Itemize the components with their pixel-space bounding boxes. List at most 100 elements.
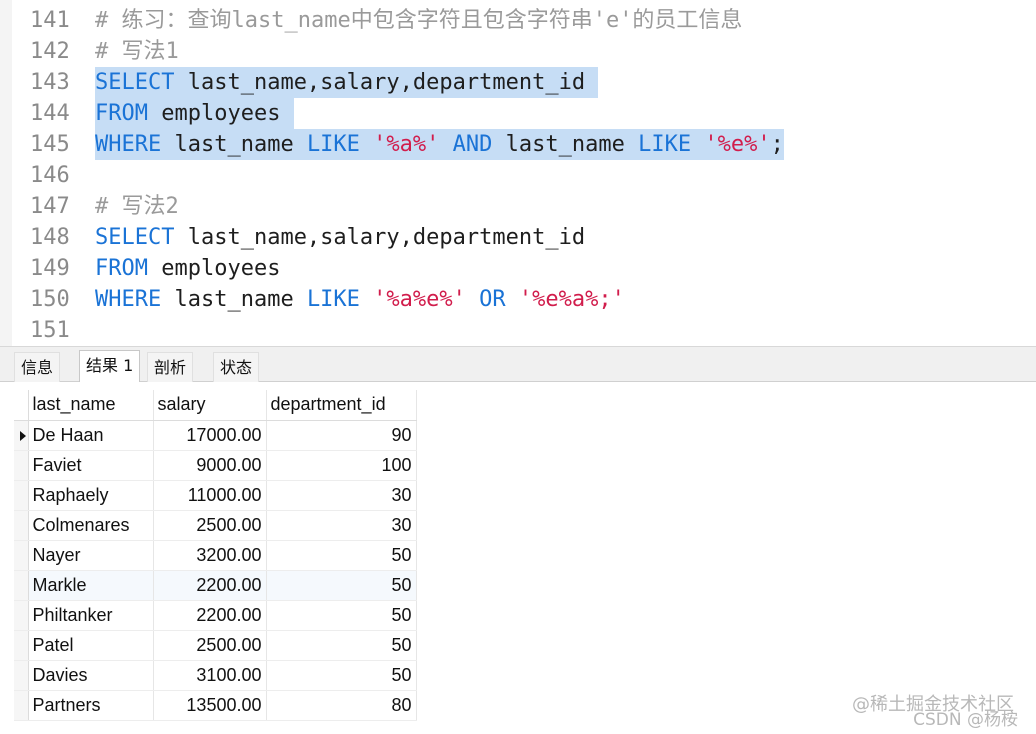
- cell-salary[interactable]: 13500.00: [153, 690, 267, 721]
- row-indicator[interactable]: [14, 480, 29, 511]
- sql-keyword: LIKE: [306, 287, 360, 312]
- cell-salary[interactable]: 11000.00: [153, 480, 267, 511]
- sql-comment: # 写法2: [95, 194, 179, 219]
- table-row[interactable]: Markle 2200.00 50: [14, 570, 417, 601]
- row-indicator[interactable]: [14, 600, 29, 631]
- table-row[interactable]: Nayer 3200.00 50: [14, 540, 417, 571]
- sql-text: last_name: [161, 132, 307, 157]
- cell-last-name[interactable]: Davies: [28, 660, 154, 691]
- cell-salary[interactable]: 2500.00: [153, 630, 267, 661]
- sql-text: last_name: [492, 132, 639, 157]
- column-header-department-id[interactable]: department_id: [266, 390, 417, 421]
- table-row[interactable]: Raphaely 11000.00 30: [14, 480, 417, 511]
- row-indicator-header: [14, 390, 29, 421]
- code-line[interactable]: 148 SELECT last_name,salary,department_id: [0, 222, 1036, 253]
- cell-last-name[interactable]: Nayer: [28, 540, 154, 571]
- sql-keyword: LIKE: [638, 132, 692, 157]
- cell-last-name[interactable]: Markle: [28, 570, 154, 601]
- table-row[interactable]: Partners 13500.00 80: [14, 690, 417, 721]
- result-grid[interactable]: last_name salary department_id De Haan 17…: [14, 390, 417, 721]
- cell-salary[interactable]: 9000.00: [153, 450, 267, 481]
- sql-string: '%e%a%;': [518, 287, 625, 312]
- row-indicator[interactable]: [14, 510, 29, 541]
- cell-salary[interactable]: 2200.00: [153, 600, 267, 631]
- tab-info[interactable]: 信息: [14, 352, 61, 383]
- code-text: # 写法1: [95, 36, 179, 67]
- sql-editor[interactable]: 141 # 练习：查询last_name中包含字符且包含字符串'e'的员工信息 14…: [0, 0, 1036, 346]
- code-line[interactable]: 144 FROM employees: [0, 98, 1036, 129]
- cell-department-id[interactable]: 90: [266, 420, 417, 451]
- grid-header-row: last_name salary department_id: [14, 390, 417, 421]
- cell-last-name[interactable]: Philtanker: [28, 600, 154, 631]
- table-row[interactable]: De Haan 17000.00 90: [14, 420, 417, 451]
- row-indicator[interactable]: [14, 630, 29, 661]
- cell-department-id[interactable]: 80: [266, 690, 417, 721]
- row-indicator[interactable]: [14, 450, 29, 481]
- row-indicator[interactable]: [14, 690, 29, 721]
- sql-keyword: FROM: [95, 101, 148, 126]
- sql-keyword: FROM: [95, 256, 148, 281]
- cell-department-id[interactable]: 50: [266, 630, 417, 661]
- sql-keyword: WHERE: [95, 132, 162, 157]
- cell-department-id[interactable]: 50: [266, 660, 417, 691]
- code-line[interactable]: 147 # 写法2: [0, 191, 1036, 222]
- tab-status[interactable]: 状态: [213, 352, 260, 383]
- line-number: 145: [30, 132, 70, 157]
- cell-department-id[interactable]: 50: [266, 540, 417, 571]
- cell-salary[interactable]: 2500.00: [153, 510, 267, 541]
- cell-department-id[interactable]: 50: [266, 600, 417, 631]
- table-row[interactable]: Patel 2500.00 50: [14, 630, 417, 661]
- code-line[interactable]: 145 WHERE last_name LIKE '%a%' AND last_n…: [0, 129, 1036, 160]
- code-text: # 写法2: [95, 191, 179, 222]
- sql-keyword: OR: [479, 287, 506, 312]
- code-text: WHERE last_name LIKE '%a%e%' OR '%e%a%;': [95, 284, 625, 315]
- grid-body: De Haan 17000.00 90 Faviet 9000.00 100 Raphael…: [14, 420, 417, 721]
- tab-result-1[interactable]: 结果 1: [79, 350, 141, 384]
- table-row[interactable]: Philtanker 2200.00 50: [14, 600, 417, 631]
- sql-text: last_name,salary,department_id: [174, 70, 599, 95]
- cell-department-id[interactable]: 30: [266, 480, 417, 511]
- code-line[interactable]: 143 SELECT last_name,salary,department_id: [0, 67, 1036, 98]
- selected-code-text: SELECT last_name,salary,department_id: [95, 67, 599, 98]
- code-text: SELECT last_name,salary,department_id: [95, 222, 585, 253]
- cell-salary[interactable]: 17000.00: [153, 420, 267, 451]
- cell-department-id[interactable]: 100: [266, 450, 417, 481]
- selected-code-text: FROM employees: [95, 98, 294, 129]
- cell-last-name[interactable]: Patel: [28, 630, 154, 661]
- table-row[interactable]: Colmenares 2500.00 30: [14, 510, 417, 541]
- cell-salary[interactable]: 3200.00: [153, 540, 267, 571]
- code-line[interactable]: 146: [0, 160, 1036, 191]
- cell-salary[interactable]: 2200.00: [153, 570, 267, 601]
- table-row[interactable]: Faviet 9000.00 100: [14, 450, 417, 481]
- code-line[interactable]: 149 FROM employees: [0, 253, 1036, 284]
- sql-string: '%a%': [373, 132, 440, 157]
- cell-salary[interactable]: 3100.00: [153, 660, 267, 691]
- code-line[interactable]: 150 WHERE last_name LIKE '%a%e%' OR '%e%a…: [0, 284, 1036, 315]
- line-number: 149: [30, 256, 70, 281]
- column-header-last-name[interactable]: last_name: [28, 390, 154, 421]
- cell-last-name[interactable]: Faviet: [28, 450, 154, 481]
- row-indicator[interactable]: [14, 660, 29, 691]
- column-header-salary[interactable]: salary: [153, 390, 267, 421]
- cell-last-name[interactable]: Colmenares: [28, 510, 154, 541]
- sql-string: '%e%': [704, 132, 771, 157]
- cell-last-name[interactable]: Partners: [28, 690, 154, 721]
- cell-last-name[interactable]: Raphaely: [28, 480, 154, 511]
- line-number: 150: [30, 287, 70, 312]
- code-line[interactable]: 141 # 练习：查询last_name中包含字符且包含字符串'e'的员工信息: [0, 5, 1036, 36]
- sql-comment: # 练习：查询last_name中包含字符且包含字符串'e'的员工信息: [95, 8, 743, 33]
- code-line[interactable]: 142 # 写法1: [0, 36, 1036, 67]
- row-indicator[interactable]: [14, 570, 29, 601]
- sql-keyword: WHERE: [95, 287, 162, 312]
- sql-text: last_name: [161, 287, 307, 312]
- row-indicator[interactable]: [14, 420, 29, 451]
- tab-profile[interactable]: 剖析: [147, 352, 194, 383]
- cell-department-id[interactable]: 50: [266, 570, 417, 601]
- code-line[interactable]: 151: [0, 315, 1036, 346]
- cell-last-name[interactable]: De Haan: [28, 420, 154, 451]
- line-number: 142: [30, 39, 70, 64]
- table-row[interactable]: Davies 3100.00 50: [14, 660, 417, 691]
- cell-department-id[interactable]: 30: [266, 510, 417, 541]
- row-indicator[interactable]: [14, 540, 29, 571]
